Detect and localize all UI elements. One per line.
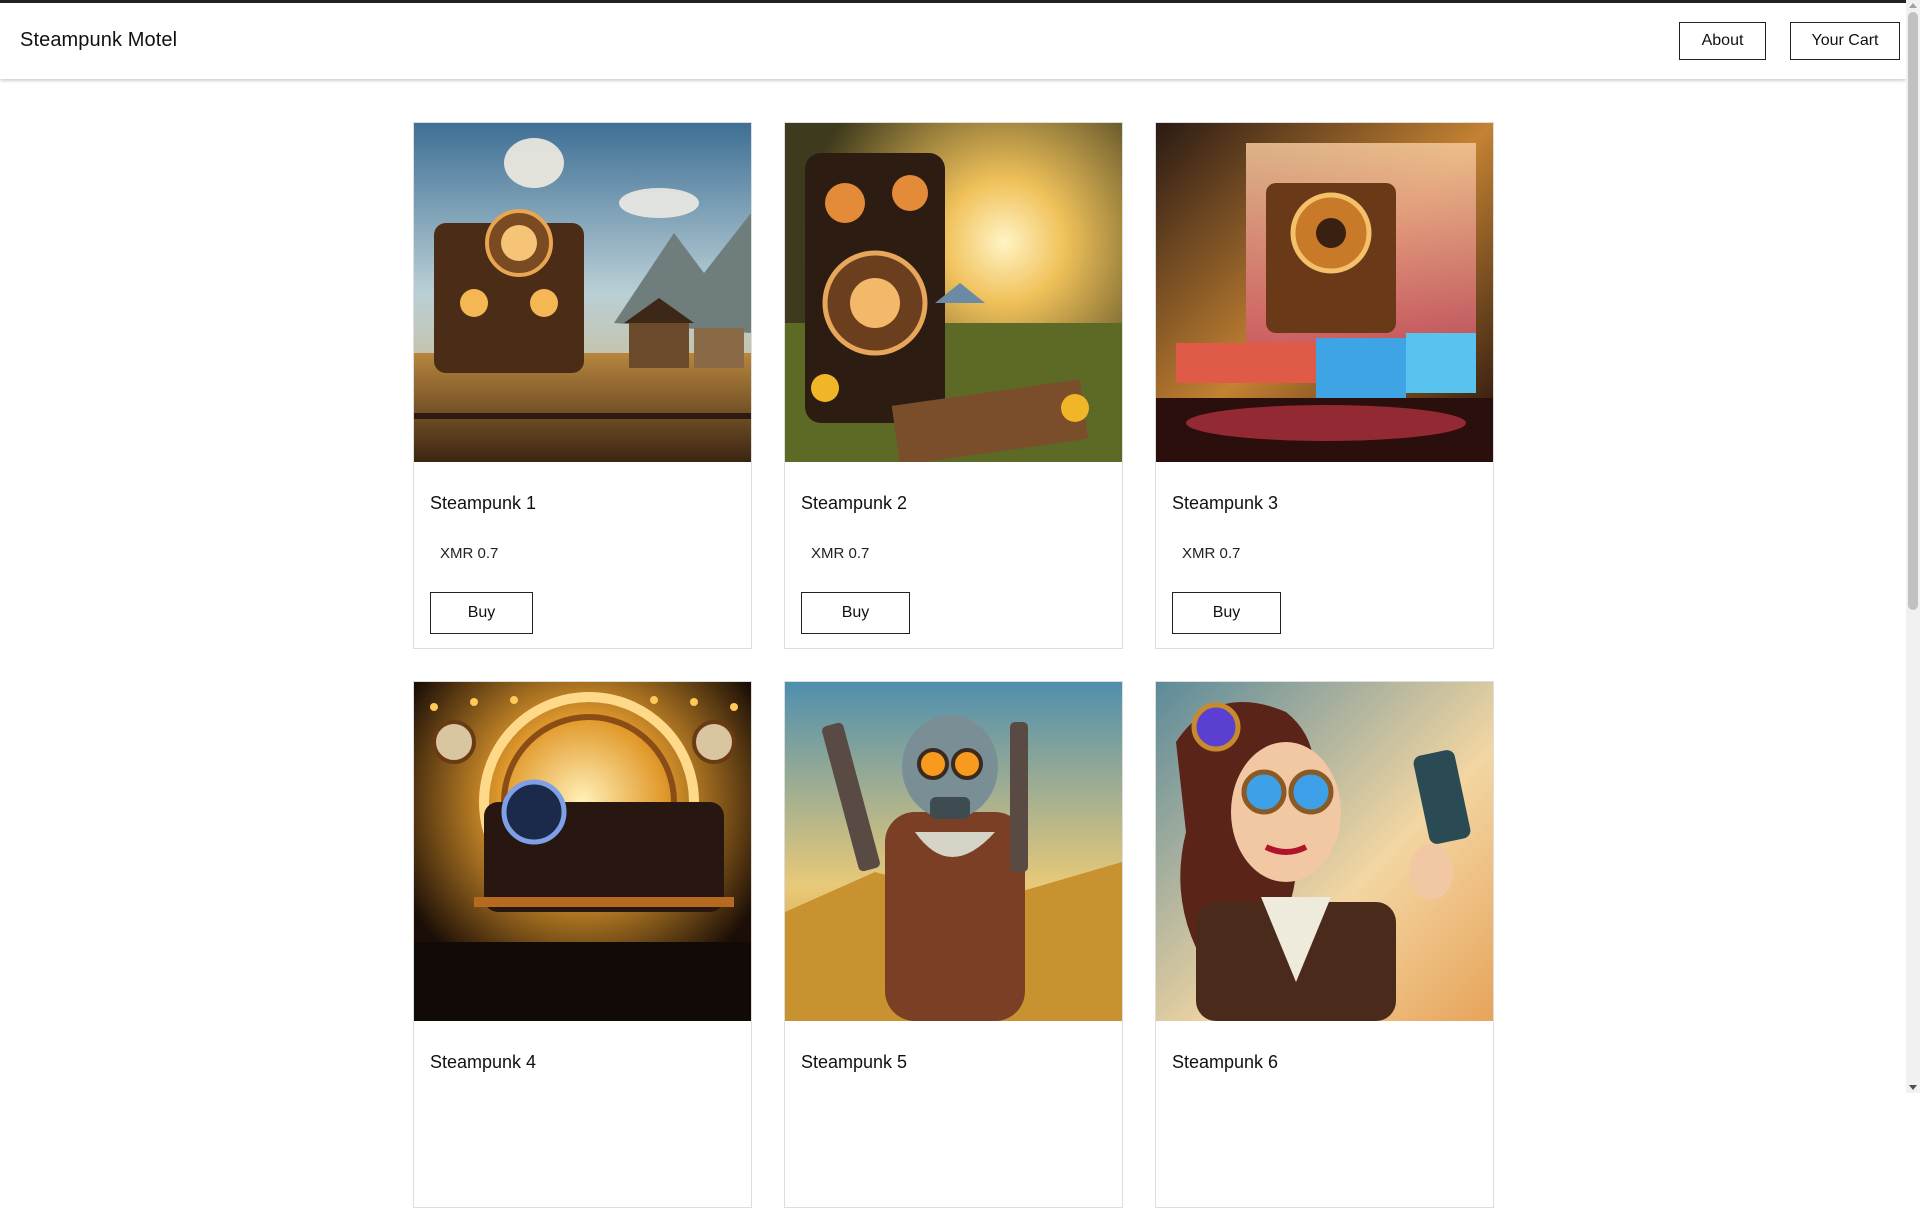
product-title: Steampunk 3 bbox=[1172, 493, 1279, 513]
product-title: Steampunk 4 bbox=[430, 1052, 537, 1072]
product-title: Steampunk 5 bbox=[801, 1052, 908, 1072]
brand-title[interactable]: Steampunk Motel bbox=[20, 29, 177, 52]
product-image[interactable] bbox=[785, 123, 1122, 462]
about-button[interactable]: About bbox=[1679, 22, 1766, 60]
navbar: Steampunk Motel About Your Cart bbox=[0, 3, 1906, 79]
product-price: XMR 0.7 bbox=[440, 545, 499, 562]
scroll-down-arrow-icon[interactable] bbox=[1909, 1085, 1917, 1090]
vertical-scrollbar[interactable] bbox=[1906, 0, 1920, 1093]
buy-button[interactable]: Buy bbox=[1172, 592, 1281, 634]
product-image[interactable] bbox=[785, 682, 1122, 1021]
product-title: Steampunk 2 bbox=[801, 493, 908, 513]
product-card: Steampunk 6 bbox=[1155, 681, 1494, 1208]
product-price: XMR 0.7 bbox=[1182, 545, 1241, 562]
buy-button[interactable]: Buy bbox=[430, 592, 533, 634]
product-price: XMR 0.7 bbox=[811, 545, 870, 562]
product-image[interactable] bbox=[1156, 682, 1493, 1021]
product-card: Steampunk 4 bbox=[413, 681, 752, 1208]
product-card: Steampunk 1 XMR 0.7 Buy bbox=[413, 122, 752, 649]
product-card: Steampunk 5 bbox=[784, 681, 1123, 1208]
product-card: Steampunk 3 XMR 0.7 Buy bbox=[1155, 122, 1494, 649]
product-title: Steampunk 1 bbox=[430, 493, 537, 513]
scrollbar-thumb[interactable] bbox=[1908, 12, 1918, 610]
your-cart-button[interactable]: Your Cart bbox=[1790, 22, 1900, 60]
product-image[interactable] bbox=[414, 123, 751, 462]
product-image[interactable] bbox=[414, 682, 751, 1021]
buy-button[interactable]: Buy bbox=[801, 592, 910, 634]
product-grid: Steampunk 1 XMR 0.7 Buy Steampunk 2 XMR … bbox=[413, 122, 1495, 1208]
product-title: Steampunk 6 bbox=[1172, 1052, 1279, 1072]
product-image[interactable] bbox=[1156, 123, 1493, 462]
product-card: Steampunk 2 XMR 0.7 Buy bbox=[784, 122, 1123, 649]
scroll-up-arrow-icon[interactable] bbox=[1909, 3, 1917, 8]
